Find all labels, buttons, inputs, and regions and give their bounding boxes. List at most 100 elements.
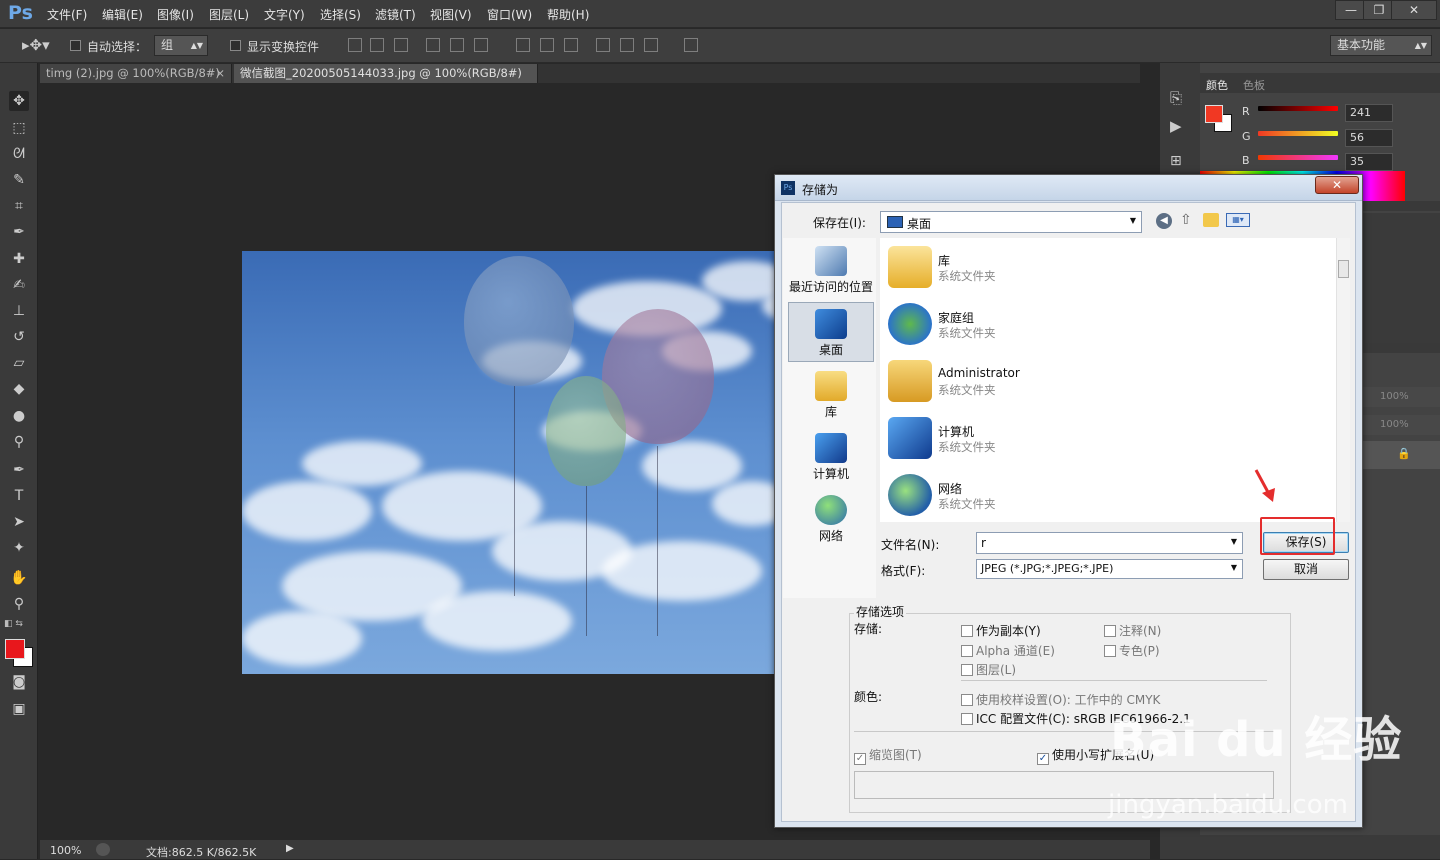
zoom-level[interactable]: 100% <box>50 844 81 857</box>
show-transform-checkbox[interactable] <box>230 40 241 51</box>
up-folder-icon[interactable]: ⇧ <box>1180 212 1192 228</box>
move-tool-preset-icon[interactable]: ▸✥▾ <box>22 36 50 54</box>
cancel-button[interactable]: 取消 <box>1263 559 1349 580</box>
path-select-tool-icon[interactable]: ➤ <box>9 512 29 532</box>
paint-bucket-tool-icon[interactable]: ◆ <box>9 379 29 399</box>
shape-tool-icon[interactable]: ✦ <box>9 538 29 558</box>
history-brush-tool-icon[interactable]: ↺ <box>9 327 29 347</box>
option-alpha[interactable]: Alpha 通道(E) <box>961 642 1055 659</box>
auto-align-icon[interactable] <box>684 38 698 52</box>
crop-tool-icon[interactable]: ⌗ <box>9 196 29 216</box>
workspace-dropdown[interactable]: 基本功能 ▲▼ <box>1330 35 1432 56</box>
eyedropper-tool-icon[interactable]: ✒ <box>9 222 29 242</box>
file-list-scrollbar[interactable] <box>1336 238 1350 522</box>
option-copy[interactable]: 作为副本(Y) <box>961 622 1041 639</box>
tab-timg-close-icon[interactable]: × <box>215 64 225 83</box>
align-vcenter-icon[interactable] <box>370 38 384 52</box>
layer-fill-value[interactable]: 100% <box>1380 419 1409 430</box>
align-top-icon[interactable] <box>348 38 362 52</box>
actions-panel-icon[interactable]: ▶ <box>1170 117 1182 135</box>
menu-select[interactable]: 选择(S) <box>320 6 361 23</box>
channel-b-slider[interactable] <box>1258 155 1338 160</box>
align-bottom-icon[interactable] <box>394 38 408 52</box>
foreground-color-swatch[interactable] <box>5 639 25 659</box>
distribute-left-icon[interactable] <box>596 38 610 52</box>
auto-select-dropdown[interactable]: 组 ▲▼ <box>154 35 208 56</box>
place-desktop[interactable]: 桌面 <box>788 302 874 362</box>
view-menu-icon[interactable]: ▦▾ <box>1226 213 1250 227</box>
format-dropdown[interactable]: JPEG (*.JPG;*.JPEG;*.JPE) ▼ <box>976 559 1243 579</box>
file-item-computer[interactable]: 计算机 系统文件夹 <box>880 409 1330 466</box>
tab-swatches[interactable]: 色板 <box>1243 77 1265 93</box>
menu-type[interactable]: 文字(Y) <box>264 6 305 23</box>
align-right-icon[interactable] <box>474 38 488 52</box>
back-icon[interactable]: ◀ <box>1156 213 1172 229</box>
distribute-hcenter-icon[interactable] <box>620 38 634 52</box>
eraser-tool-icon[interactable]: ▱ <box>9 353 29 373</box>
quick-mask-icon[interactable]: ◙ <box>9 672 29 692</box>
tab-wechat-screenshot[interactable]: 微信截图_20200505144033.jpg @ 100%(RGB/8#) *… <box>234 64 538 99</box>
distribute-bottom-icon[interactable] <box>564 38 578 52</box>
file-item-homegroup[interactable]: 家庭组 系统文件夹 <box>880 295 1330 352</box>
lasso-tool-icon[interactable]: ᘛ <box>9 144 29 164</box>
zoom-tool-icon[interactable]: ⚲ <box>9 594 29 614</box>
option-notes[interactable]: 注释(N) <box>1104 622 1161 639</box>
dialog-close-button[interactable]: ✕ <box>1315 176 1359 194</box>
quick-select-tool-icon[interactable]: ✎ <box>9 170 29 190</box>
channel-g-value[interactable]: 56 <box>1345 129 1393 147</box>
place-computer-label: 计算机 <box>812 467 849 481</box>
align-hcenter-icon[interactable] <box>450 38 464 52</box>
save-in-dropdown[interactable]: 桌面 ▼ <box>880 211 1142 233</box>
layer-opacity-value[interactable]: 100% <box>1380 391 1409 402</box>
channel-b-value[interactable]: 35 <box>1345 153 1393 171</box>
channel-r-value[interactable]: 241 <box>1345 104 1393 122</box>
menu-view[interactable]: 视图(V) <box>430 6 472 23</box>
channel-g-slider[interactable] <box>1258 131 1338 136</box>
marquee-tool-icon[interactable]: ⬚ <box>9 118 29 138</box>
menu-help[interactable]: 帮助(H) <box>547 6 589 23</box>
dodge-tool-icon[interactable]: ⚲ <box>9 432 29 452</box>
history-panel-icon[interactable]: ⎘ <box>1170 89 1182 107</box>
place-computer[interactable]: 计算机 <box>788 427 874 487</box>
fg-swatch[interactable] <box>1205 105 1223 123</box>
option-thumbnail[interactable]: ✓ 缩览图(T) <box>854 746 922 765</box>
hand-tool-icon[interactable]: ✋ <box>9 568 29 588</box>
healing-brush-tool-icon[interactable]: ✚ <box>9 249 29 269</box>
menu-edit[interactable]: 编辑(E) <box>102 6 143 23</box>
option-layers[interactable]: 图层(L) <box>961 661 1016 678</box>
place-network[interactable]: 网络 <box>788 489 874 549</box>
screen-mode-icon[interactable]: ▣ <box>9 699 29 719</box>
default-colors-icon[interactable]: ◧ ⇆ <box>4 619 23 629</box>
status-menu-arrow-icon[interactable]: ▶ <box>286 843 294 854</box>
menu-layer[interactable]: 图层(L) <box>209 6 249 23</box>
distribute-vcenter-icon[interactable] <box>540 38 554 52</box>
tab-color[interactable]: 颜色 <box>1206 77 1228 93</box>
distribute-top-icon[interactable] <box>516 38 530 52</box>
align-left-icon[interactable] <box>426 38 440 52</box>
channel-r-slider[interactable] <box>1258 106 1338 111</box>
place-recent[interactable]: 最近访问的位置 <box>788 240 874 300</box>
file-item-administrator[interactable]: Administrator 系统文件夹 <box>880 352 1330 409</box>
close-window-button[interactable]: ✕ <box>1391 0 1437 20</box>
brush-tool-icon[interactable]: ✍ <box>9 275 29 295</box>
new-folder-icon[interactable] <box>1203 213 1219 227</box>
pen-tool-icon[interactable]: ✒ <box>9 460 29 480</box>
menu-window[interactable]: 窗口(W) <box>487 6 532 23</box>
menu-filter[interactable]: 滤镜(T) <box>375 6 416 23</box>
document-image[interactable] <box>242 251 782 674</box>
tab-timg[interactable]: timg (2).jpg @ 100%(RGB/8#) × <box>40 64 232 83</box>
menu-image[interactable]: 图像(I) <box>157 6 194 23</box>
blur-tool-icon[interactable]: ● <box>9 406 29 426</box>
file-item-libraries[interactable]: 库 系统文件夹 <box>880 238 1330 295</box>
distribute-right-icon[interactable] <box>644 38 658 52</box>
type-tool-icon[interactable]: T <box>9 486 29 506</box>
auto-select-checkbox[interactable] <box>70 40 81 51</box>
filename-input[interactable]: r ▼ <box>976 532 1243 554</box>
place-libraries[interactable]: 库 <box>788 365 874 425</box>
properties-panel-icon[interactable]: ⊞ <box>1170 153 1182 169</box>
move-tool-icon[interactable]: ✥ <box>9 91 29 111</box>
menu-file[interactable]: 文件(F) <box>47 6 87 23</box>
option-spot[interactable]: 专色(P) <box>1104 642 1160 659</box>
status-info-icon[interactable] <box>96 843 110 856</box>
clone-stamp-tool-icon[interactable]: ⊥ <box>9 301 29 321</box>
